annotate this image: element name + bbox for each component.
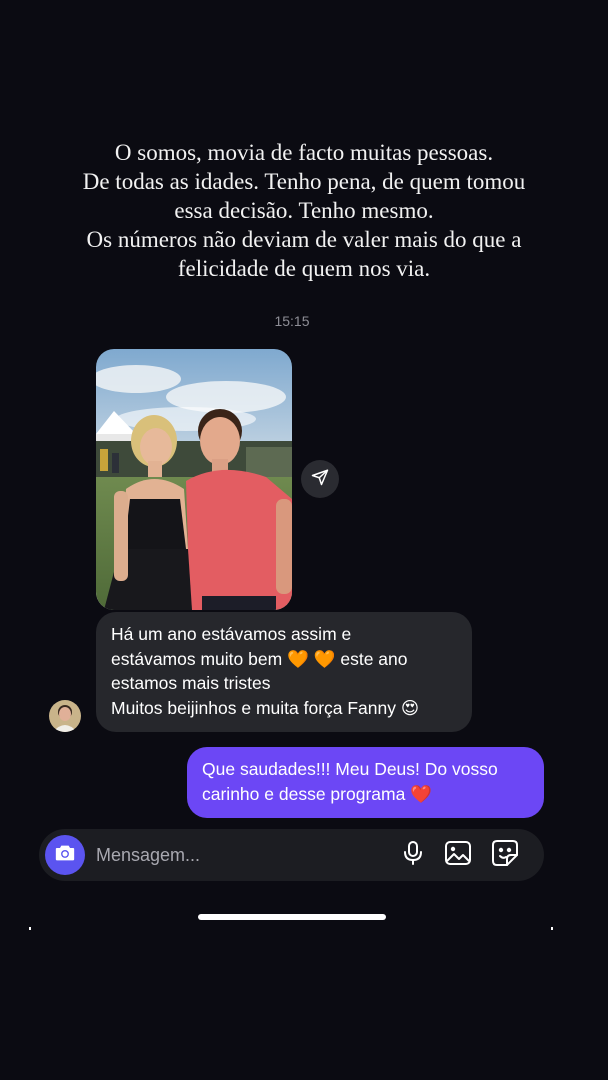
sticker-button[interactable] — [491, 839, 519, 872]
send-icon — [311, 468, 329, 491]
caption-line: essa decisão. Tenho mesmo. — [174, 198, 434, 223]
caption-line: felicidade de quem nos via. — [177, 256, 431, 281]
message-timestamp: 15:15 — [274, 313, 310, 329]
message-composer — [39, 829, 544, 881]
message-line: estamos mais tristes — [111, 673, 271, 693]
corner-mark-left — [29, 927, 31, 930]
caption-line: De todas as idades. Tenho pena, de quem … — [82, 169, 526, 194]
message-line: estávamos muito bem 🧡 🧡 este ano — [111, 648, 408, 669]
message-line: Há um ano estávamos assim e — [111, 624, 352, 644]
message-line: Que saudades!!! Meu Deus! Do vosso — [202, 759, 498, 779]
gallery-icon — [444, 840, 472, 871]
microphone-button[interactable] — [399, 840, 427, 871]
outgoing-message[interactable]: Que saudades!!! Meu Deus! Do vosso carin… — [187, 747, 544, 818]
microphone-icon — [401, 840, 425, 871]
gallery-button[interactable] — [444, 840, 472, 871]
message-line: carinho e desse programa ❤️ — [202, 784, 432, 804]
camera-button[interactable] — [45, 835, 85, 875]
story-caption: O somos, movia de facto muitas pessoas. … — [30, 138, 578, 283]
message-input[interactable] — [96, 843, 386, 867]
camera-icon — [54, 842, 76, 869]
home-indicator[interactable] — [198, 914, 386, 920]
incoming-message[interactable]: Há um ano estávamos assim e estávamos mu… — [96, 612, 472, 732]
shared-photo[interactable] — [96, 349, 292, 610]
share-button[interactable] — [301, 460, 339, 498]
caption-line: O somos, movia de facto muitas pessoas. — [114, 140, 494, 165]
sender-avatar[interactable] — [49, 700, 81, 732]
corner-mark-right — [551, 927, 553, 930]
sticker-icon — [491, 839, 519, 872]
caption-line: Os números não deviam de valer mais do q… — [86, 227, 522, 252]
message-line: Muitos beijinhos e muita força Fanny 😍 — [111, 697, 420, 718]
